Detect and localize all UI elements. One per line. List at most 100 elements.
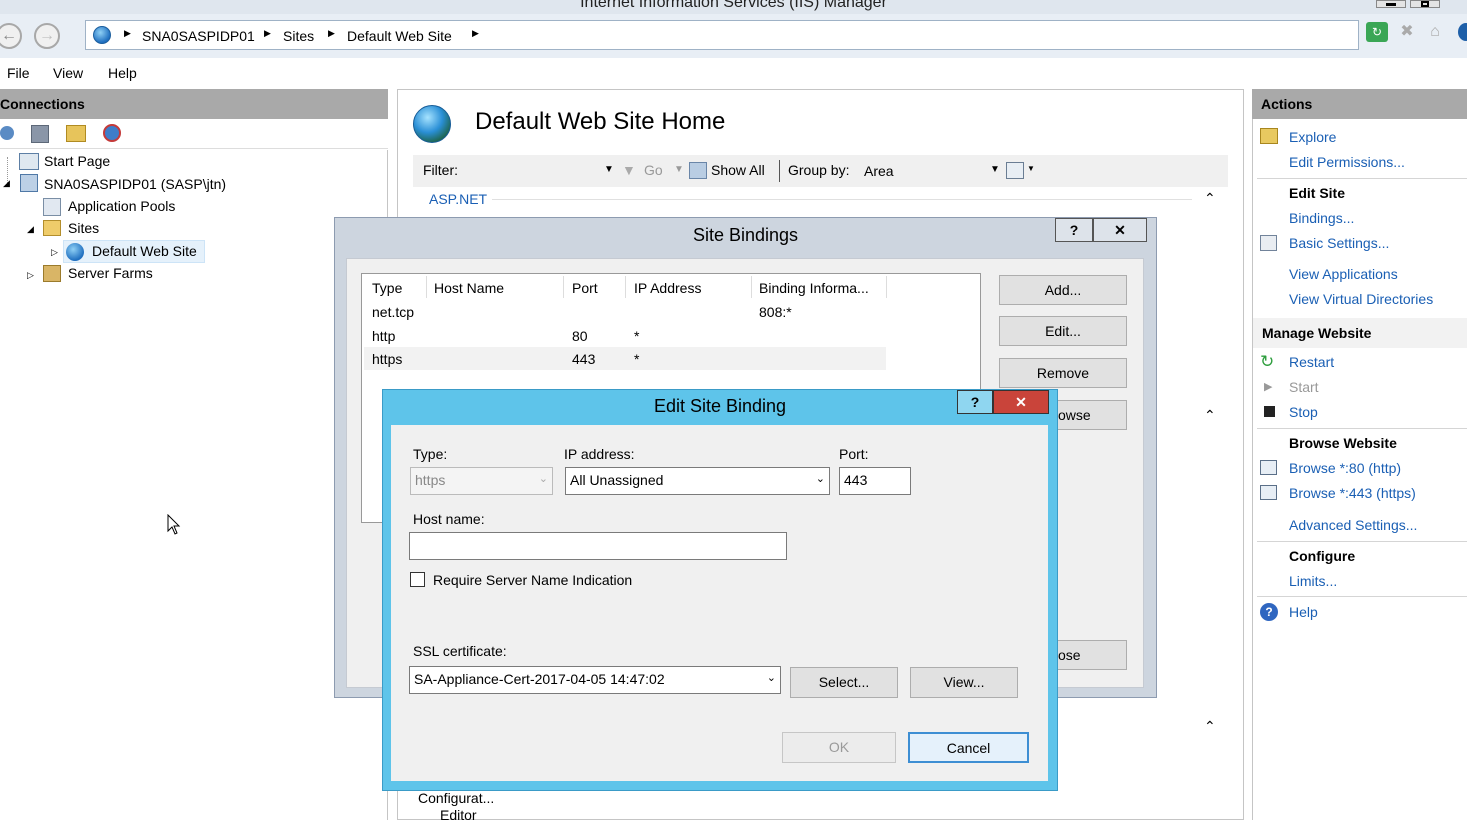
type-select[interactable]: https ⌄ xyxy=(410,467,553,495)
view-mode-icon[interactable] xyxy=(1006,162,1024,179)
group-by-select[interactable]: Area xyxy=(864,163,894,179)
cancel-button[interactable]: Cancel xyxy=(908,732,1029,763)
chevron-down-icon[interactable]: ▼ xyxy=(674,164,684,175)
show-all-button[interactable]: Show All xyxy=(711,162,765,178)
ok-button[interactable]: OK xyxy=(782,732,896,763)
column-type[interactable]: Type xyxy=(372,280,402,296)
address-bar[interactable]: ▶ SNA0SASPIDP01 ▶ Sites ▶ Default Web Si… xyxy=(85,20,1359,50)
section-aspnet[interactable]: ASP.NET xyxy=(429,191,487,207)
action-browse-443[interactable]: Browse *:443 (https) xyxy=(1289,485,1416,501)
host-name-input[interactable] xyxy=(409,532,787,560)
collapse-section-icon[interactable]: ⌃ xyxy=(1204,190,1216,207)
collapse-section-icon[interactable]: ⌃ xyxy=(1204,407,1216,424)
window-title: Internet Information Services (IIS) Mana… xyxy=(580,0,887,11)
action-stop[interactable]: Stop xyxy=(1289,404,1318,420)
forward-button[interactable]: → xyxy=(34,23,60,49)
action-basic-settings[interactable]: Basic Settings... xyxy=(1289,235,1389,251)
breadcrumb-default-web-site[interactable]: Default Web Site xyxy=(347,28,452,44)
tree-start-page[interactable]: Start Page xyxy=(44,153,110,169)
ssl-certificate-select[interactable]: SA-Appliance-Cert-2017-04-05 14:47:02 ⌄ xyxy=(409,666,781,694)
chevron-down-icon[interactable]: ▼ xyxy=(990,164,1000,175)
column-binding-info[interactable]: Binding Informa... xyxy=(759,280,869,296)
collapse-arrow-icon[interactable]: ◢ xyxy=(3,178,10,189)
stop-square-icon xyxy=(1264,406,1275,417)
help-button[interactable]: ? xyxy=(1055,218,1093,242)
action-view-applications[interactable]: View Applications xyxy=(1289,266,1398,282)
cell-port: 80 xyxy=(572,328,588,344)
home-icon[interactable]: ⌂ xyxy=(1424,22,1446,42)
save-icon[interactable] xyxy=(31,125,49,143)
cell-info: 808:* xyxy=(759,304,792,320)
action-restart[interactable]: Restart xyxy=(1289,354,1334,370)
maximize-button[interactable] xyxy=(1410,0,1440,8)
edit-button[interactable]: Edit... xyxy=(999,316,1127,346)
action-bindings[interactable]: Bindings... xyxy=(1289,210,1354,226)
tree-sites[interactable]: Sites xyxy=(68,220,99,236)
help-globe-icon[interactable] xyxy=(1458,23,1467,41)
action-edit-permissions[interactable]: Edit Permissions... xyxy=(1289,154,1405,170)
table-row[interactable] xyxy=(364,323,886,347)
refresh-icon[interactable]: ↻ xyxy=(1366,22,1388,42)
open-folder-icon[interactable] xyxy=(66,125,86,142)
refresh-server-icon[interactable] xyxy=(103,124,121,142)
sni-checkbox[interactable] xyxy=(410,572,425,587)
expand-arrow-icon[interactable]: ▷ xyxy=(51,247,58,258)
breadcrumb-sites[interactable]: Sites xyxy=(283,28,314,44)
go-button[interactable]: Go xyxy=(644,162,663,178)
action-browse-80[interactable]: Browse *:80 (http) xyxy=(1289,460,1401,476)
remove-button[interactable]: Remove xyxy=(999,358,1127,388)
actions-panel xyxy=(1252,89,1467,820)
connect-icon[interactable] xyxy=(0,126,14,140)
table-row[interactable] xyxy=(364,300,886,323)
column-divider xyxy=(625,276,626,298)
action-view-virtual-directories[interactable]: View Virtual Directories xyxy=(1289,291,1433,307)
table-row-selected[interactable] xyxy=(364,347,886,370)
title-bar: Internet Information Services (IIS) Mana… xyxy=(0,0,1467,14)
close-button[interactable]: ✕ xyxy=(993,390,1049,414)
chevron-down-icon[interactable]: ▼ xyxy=(1027,164,1035,173)
select-certificate-button[interactable]: Select... xyxy=(790,667,898,698)
view-certificate-button[interactable]: View... xyxy=(910,667,1018,698)
menu-file[interactable]: File xyxy=(7,65,30,81)
start-icon: ▶ xyxy=(1264,381,1273,393)
action-help[interactable]: Help xyxy=(1289,604,1318,620)
chevron-down-icon[interactable]: ▼ xyxy=(604,164,614,175)
ssl-certificate-value: SA-Appliance-Cert-2017-04-05 14:47:02 xyxy=(414,671,665,687)
column-port[interactable]: Port xyxy=(572,280,598,296)
action-start[interactable]: Start xyxy=(1289,379,1319,395)
group-configure: Configure xyxy=(1289,548,1356,564)
action-advanced-settings[interactable]: Advanced Settings... xyxy=(1289,517,1417,533)
feature-config-editor-line2[interactable]: Editor xyxy=(440,807,477,820)
tree-default-web-site[interactable]: Default Web Site xyxy=(92,243,197,259)
tree-server-farms[interactable]: Server Farms xyxy=(68,265,153,281)
tree-server[interactable]: SNA0SASPIDP01 (SASP\jtn) xyxy=(44,176,226,192)
menu-help[interactable]: Help xyxy=(108,65,137,81)
help-button[interactable]: ? xyxy=(957,390,993,414)
cell-ip: * xyxy=(634,351,640,367)
column-host-name[interactable]: Host Name xyxy=(434,280,504,296)
column-ip-address[interactable]: IP Address xyxy=(634,280,701,296)
ip-address-value: All Unassigned xyxy=(570,472,664,488)
add-button[interactable]: Add... xyxy=(999,275,1127,305)
collapse-section-icon[interactable]: ⌃ xyxy=(1204,718,1216,735)
collapse-arrow-icon[interactable]: ◢ xyxy=(27,224,34,235)
back-button[interactable]: ← xyxy=(0,23,22,49)
action-explore[interactable]: Explore xyxy=(1289,129,1336,145)
cell-ip: * xyxy=(634,328,640,344)
expand-arrow-icon[interactable]: ▷ xyxy=(27,270,34,281)
stop-icon[interactable]: ✖ xyxy=(1396,22,1418,42)
minimize-button[interactable] xyxy=(1376,0,1406,8)
port-input[interactable]: 443 xyxy=(839,467,911,495)
close-button[interactable]: ✕ xyxy=(1093,218,1147,242)
column-divider xyxy=(563,276,564,298)
sni-label[interactable]: Require Server Name Indication xyxy=(433,572,632,588)
funnel-icon[interactable]: ▼ xyxy=(622,162,636,178)
feature-config-editor[interactable]: Configurat... xyxy=(418,790,494,806)
chevron-down-icon: ⌄ xyxy=(538,473,548,485)
column-divider xyxy=(886,276,887,298)
action-limits[interactable]: Limits... xyxy=(1289,573,1337,589)
breadcrumb-server[interactable]: SNA0SASPIDP01 xyxy=(142,28,255,44)
menu-view[interactable]: View xyxy=(53,65,83,81)
tree-application-pools[interactable]: Application Pools xyxy=(68,198,175,214)
ip-address-select[interactable]: All Unassigned ⌄ xyxy=(565,467,830,495)
